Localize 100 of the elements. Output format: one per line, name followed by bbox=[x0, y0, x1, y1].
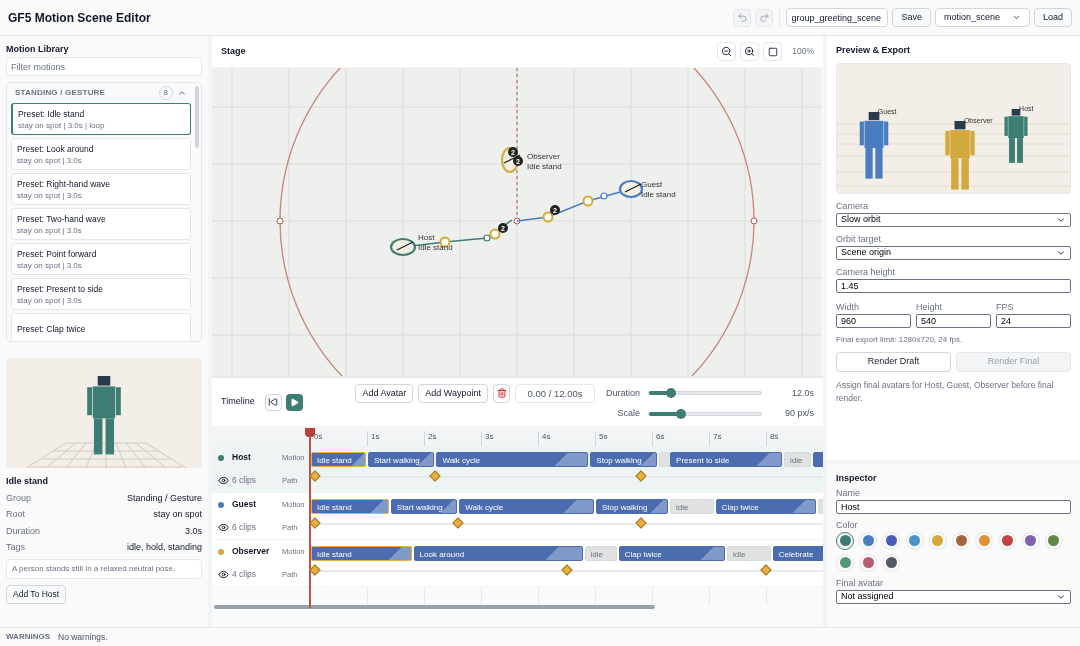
visibility-eye-icon[interactable] bbox=[218, 522, 230, 533]
motion-clip[interactable]: Start walking bbox=[368, 452, 435, 467]
motion-item[interactable]: Preset: Present to side stay on spot | 3.0s bbox=[11, 278, 191, 310]
avatar-marker[interactable] bbox=[389, 237, 417, 257]
path-keyframe-marker[interactable] bbox=[560, 564, 573, 576]
waypoint-marker[interactable] bbox=[483, 234, 491, 242]
motion-clip[interactable]: Present to side bbox=[670, 452, 783, 467]
field-label: Width bbox=[836, 300, 860, 313]
field-label: Color bbox=[836, 518, 859, 531]
detail-label: Root bbox=[6, 508, 25, 521]
field-label: Final avatar bbox=[836, 576, 885, 589]
add-waypoint-button[interactable]: Add Waypoint bbox=[418, 383, 488, 403]
fit-view-button[interactable] bbox=[763, 42, 783, 61]
orbit-handle[interactable] bbox=[513, 217, 521, 225]
motion-clip[interactable]: Idle stand bbox=[311, 546, 412, 561]
horizontal-scrollbar[interactable] bbox=[214, 605, 655, 609]
export-limit-note: Final export limit: 1280x720, 24 fps. bbox=[836, 333, 964, 346]
add-to-avatar-button[interactable]: Add To Host bbox=[6, 584, 67, 604]
camera-select[interactable]: Slow orbit bbox=[836, 212, 1071, 227]
motion-name: Idle stand bbox=[6, 475, 49, 488]
visibility-eye-icon[interactable] bbox=[218, 569, 230, 580]
orbit-handle[interactable] bbox=[276, 217, 284, 225]
panel-title: Preview & Export bbox=[836, 44, 912, 57]
add-avatar-button[interactable]: Add Avatar bbox=[355, 383, 414, 403]
time-field[interactable]: 0.00 / 12.00s bbox=[515, 383, 595, 403]
avatar-name: Host bbox=[232, 451, 252, 464]
render-button[interactable]: Render Draft bbox=[836, 351, 951, 372]
idle-clip[interactable]: idle bbox=[784, 452, 811, 467]
panel-title: Inspector bbox=[836, 472, 878, 485]
skip-back-icon bbox=[268, 397, 279, 407]
avatar-heading-line bbox=[396, 241, 414, 251]
panel-title: Stage bbox=[221, 44, 246, 58]
path-keyframe-marker[interactable] bbox=[452, 517, 464, 529]
load-button[interactable]: Load bbox=[1033, 8, 1072, 27]
motion-clip[interactable]: Stop walking bbox=[596, 499, 669, 514]
rewind-button[interactable] bbox=[264, 393, 282, 411]
motion-item[interactable]: Preset: Point forward stay on spot | 3.0s bbox=[11, 243, 191, 275]
motion-clip[interactable]: Clap twice bbox=[618, 546, 726, 561]
panel-title: Motion Library bbox=[6, 44, 70, 55]
avatar-name: Guest bbox=[232, 498, 258, 511]
motion-clip[interactable]: Look around bbox=[413, 546, 583, 561]
undo-icon bbox=[736, 12, 748, 23]
motion-clip[interactable]: Walk cycle bbox=[459, 499, 594, 514]
final-avatar-select[interactable]: Not assigned bbox=[836, 589, 1071, 604]
motion-clip[interactable]: Clap twice bbox=[715, 499, 817, 514]
waypoint-marker[interactable] bbox=[489, 228, 501, 240]
waypoint-marker[interactable] bbox=[582, 195, 594, 207]
motion-item[interactable]: Preset: Idle stand stay on spot | 3.0s | loop bbox=[11, 103, 191, 135]
save-button[interactable]: Save bbox=[892, 8, 931, 27]
eye-icon bbox=[218, 569, 229, 580]
dimension-field[interactable]: 540 bbox=[916, 313, 991, 328]
dimension-field[interactable]: 960 bbox=[836, 313, 911, 328]
field-label: Camera bbox=[836, 199, 869, 212]
slider-thumb[interactable] bbox=[676, 408, 687, 419]
dimension-field[interactable]: 24 bbox=[996, 313, 1071, 328]
scene-name-field[interactable]: group_greeting_scene bbox=[786, 8, 889, 27]
orbit-target-select[interactable]: Scene origin bbox=[836, 245, 1071, 260]
path-keyframe-marker[interactable] bbox=[760, 564, 772, 576]
slider-reading: 90 px/s bbox=[783, 406, 814, 420]
render-note: Assign final avatars for Host, Guest, Observer before final render. bbox=[836, 378, 1055, 405]
visibility-eye-icon[interactable] bbox=[218, 475, 230, 486]
scene-type-select[interactable]: motion_scene bbox=[934, 8, 1030, 27]
motion-clip[interactable]: Idle stand bbox=[311, 499, 389, 514]
play-button[interactable] bbox=[285, 393, 303, 411]
motion-clip[interactable]: Idle stand bbox=[311, 452, 366, 467]
motion-clip[interactable]: Stop walking bbox=[590, 452, 657, 467]
slider-reading: 12.0s bbox=[790, 386, 814, 400]
delete-button[interactable] bbox=[493, 383, 510, 403]
waypoint-marker[interactable] bbox=[542, 211, 554, 223]
motion-item[interactable]: Preset: Look around stay on spot | 3.0s bbox=[11, 138, 191, 170]
motion-clip[interactable]: Start walking bbox=[390, 499, 458, 514]
eye-icon bbox=[218, 475, 229, 486]
slider-track[interactable] bbox=[648, 411, 762, 416]
motion-item[interactable]: Preset: Two-hand wave stay on spot | 3.0s bbox=[11, 208, 191, 240]
path-keyframe-marker[interactable] bbox=[634, 470, 647, 482]
chevron-down-icon bbox=[1011, 13, 1021, 22]
camera-height-field[interactable]: 1.45 bbox=[836, 278, 1071, 293]
avatar-motion-label: Idle stand bbox=[641, 190, 676, 199]
detail-label: Group bbox=[6, 491, 31, 505]
orbit-handle[interactable] bbox=[750, 217, 758, 225]
collapse-toggle[interactable] bbox=[177, 88, 187, 98]
motion-clip[interactable]: Celebrate bbox=[772, 546, 823, 561]
zoom-out-button[interactable] bbox=[717, 42, 737, 61]
scrollbar[interactable] bbox=[195, 86, 199, 148]
motion-item[interactable]: Preset: Clap twice bbox=[11, 313, 191, 341]
waypoint-marker[interactable] bbox=[600, 192, 608, 200]
idle-clip[interactable]: idle bbox=[727, 546, 771, 561]
avatar-name-field[interactable]: Host bbox=[836, 499, 1071, 514]
slider-track[interactable] bbox=[648, 391, 762, 396]
slider-label: Scale bbox=[616, 406, 640, 420]
idle-clip[interactable]: idle bbox=[670, 499, 714, 514]
filter-field[interactable]: Filter motions bbox=[6, 57, 202, 76]
slider-thumb[interactable] bbox=[666, 388, 677, 399]
idle-clip[interactable] bbox=[658, 452, 671, 467]
avatar-motion-label: Idle stand bbox=[418, 243, 453, 252]
avatar-label: Host bbox=[418, 233, 435, 242]
idle-clip[interactable]: idle bbox=[584, 546, 617, 561]
motion-clip[interactable]: Walk cycle bbox=[436, 452, 589, 467]
motion-item[interactable]: Preset: Right-hand wave stay on spot | 3.0s bbox=[11, 173, 191, 205]
zoom-in-button[interactable] bbox=[740, 42, 760, 61]
